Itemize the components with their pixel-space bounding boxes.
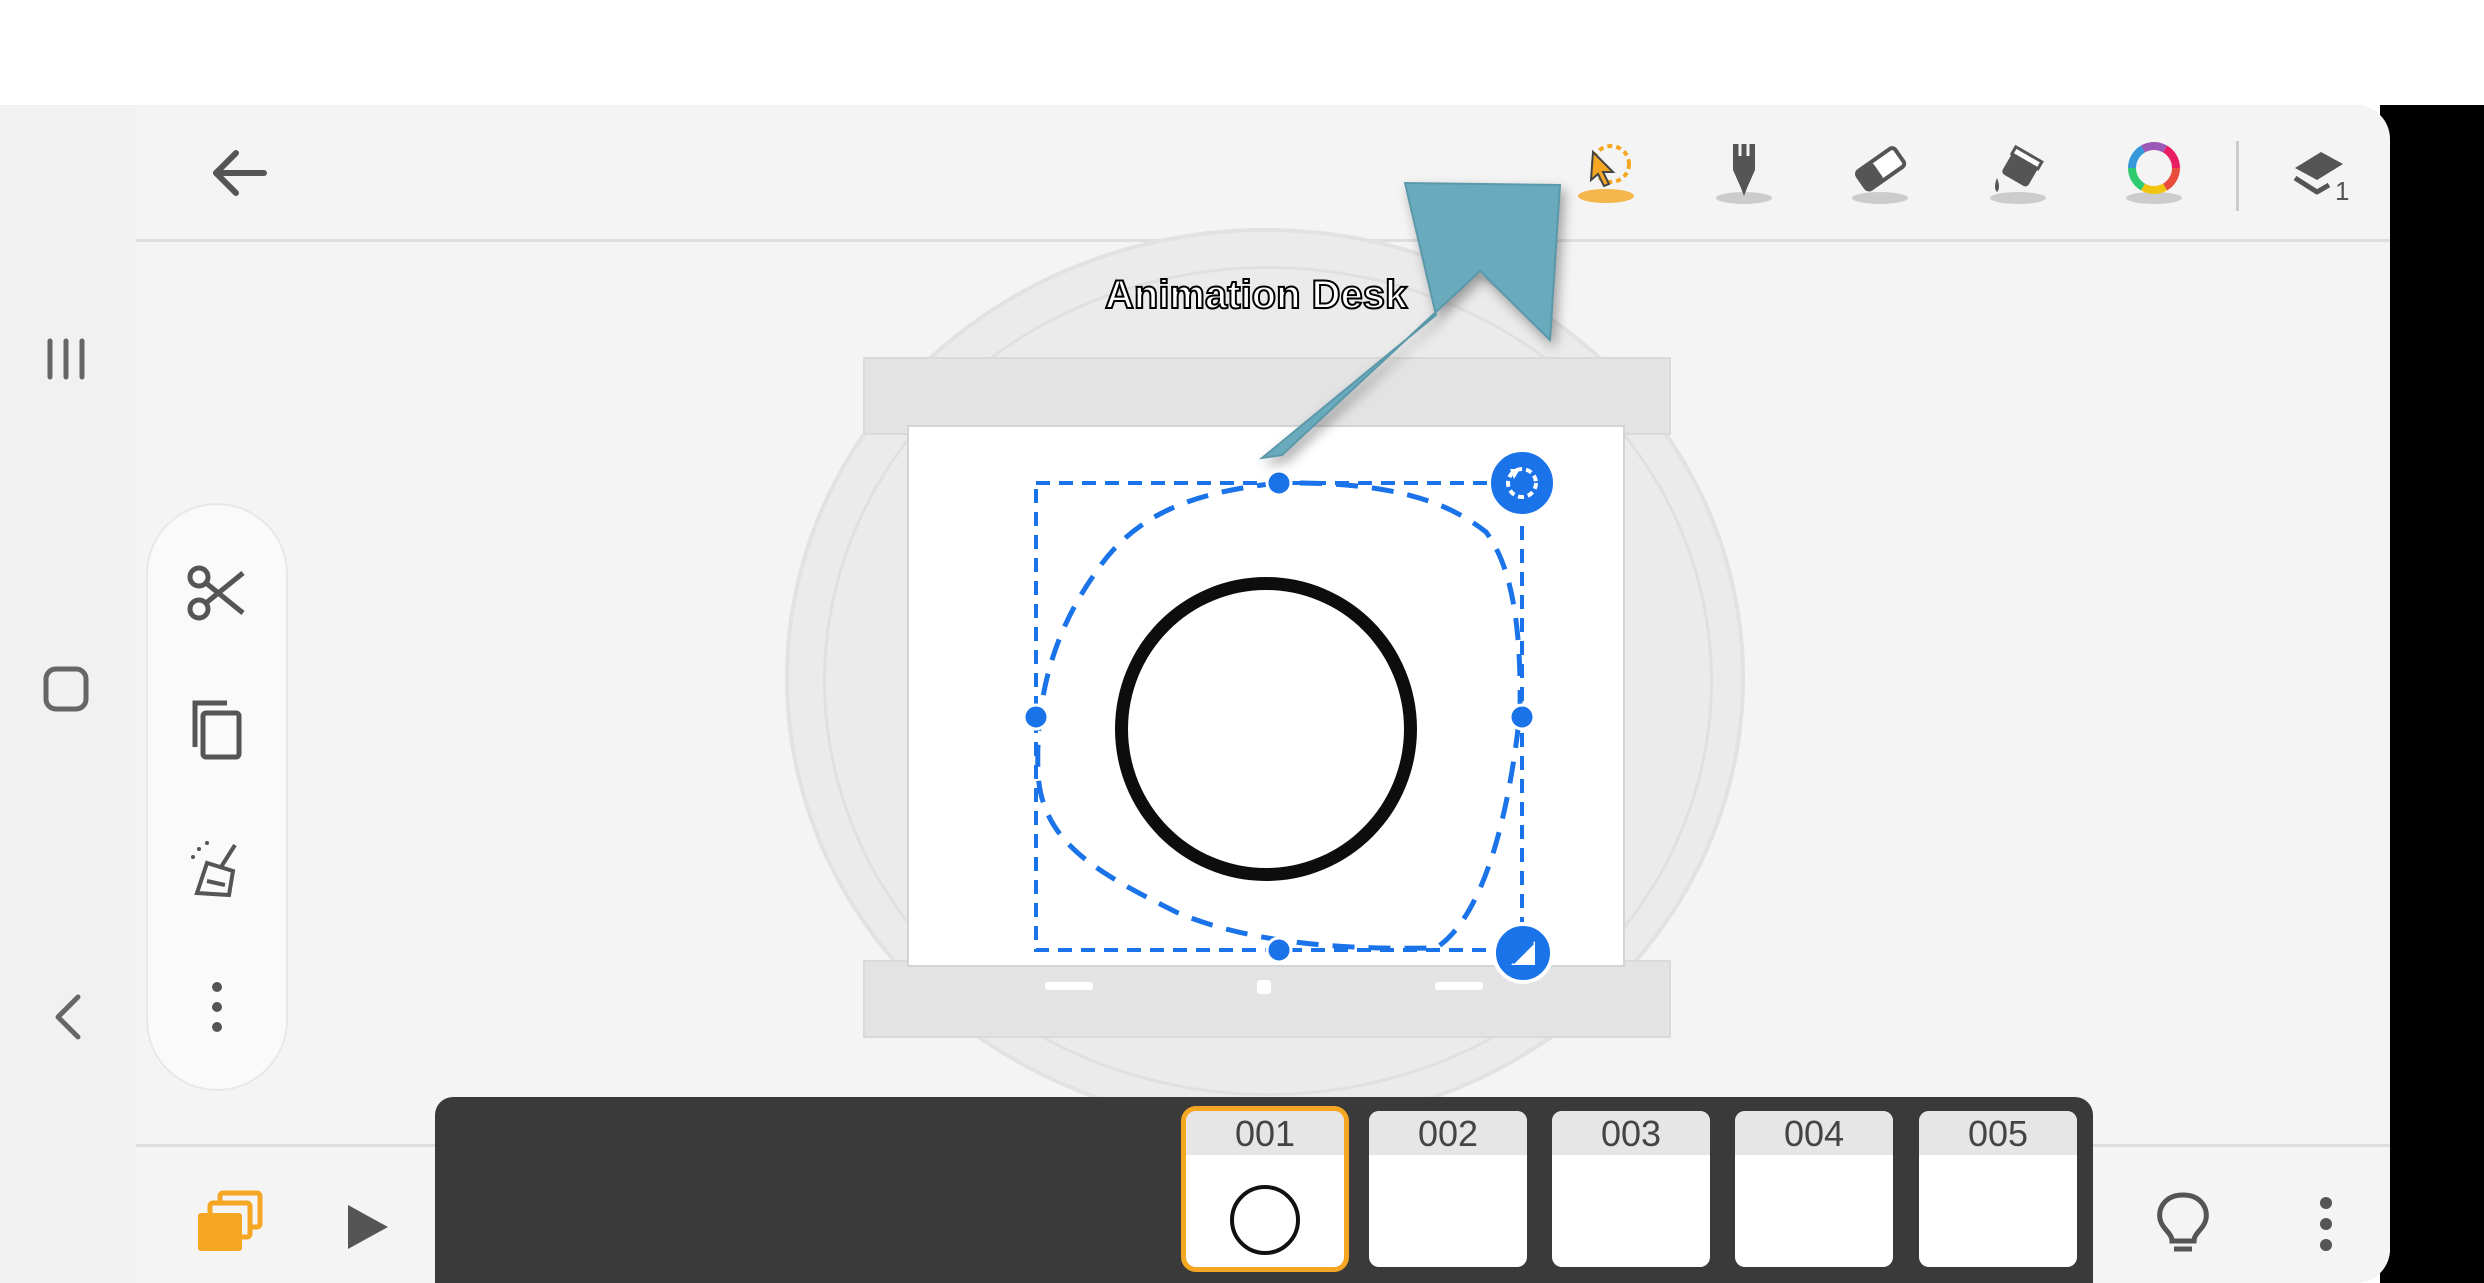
more-options-button[interactable] [177, 967, 257, 1047]
pen-tool[interactable] [1704, 133, 1784, 213]
frame-number: 002 [1369, 1111, 1527, 1155]
cut-button[interactable] [177, 553, 257, 633]
copy-button[interactable] [177, 691, 257, 771]
frame-timeline[interactable]: 001 002 003 004 005 [435, 1097, 2093, 1283]
eraser-tool[interactable] [1840, 133, 1920, 213]
selection-actions-panel [148, 505, 286, 1089]
more-vertical-icon [2320, 1197, 2332, 1251]
fill-bucket-icon [1990, 144, 2046, 204]
canvas-area[interactable] [136, 228, 2390, 1144]
frame-thumbnail[interactable]: 002 [1369, 1111, 1527, 1267]
frame-number: 005 [1919, 1111, 2077, 1155]
frame-number: 004 [1735, 1111, 1893, 1155]
play-button[interactable] [336, 1197, 396, 1257]
home-icon [43, 666, 89, 712]
screen-edge [2380, 105, 2484, 1283]
recent-apps-icon [47, 338, 85, 380]
recent-apps-button[interactable] [44, 337, 88, 381]
app-window: 1 Animation Desk 001 002 003 004 005 [0, 105, 2390, 1283]
fill-bucket-tool[interactable] [1978, 133, 2058, 213]
frame-thumb-circle [1230, 1185, 1300, 1255]
scale-handle[interactable] [1492, 922, 1554, 984]
frames-stack-icon [198, 1190, 263, 1251]
system-back-button[interactable] [48, 993, 88, 1041]
eraser-icon [1852, 146, 1908, 204]
frame-thumbnail[interactable]: 004 [1735, 1111, 1893, 1267]
pen-icon [1716, 144, 1772, 204]
back-button[interactable] [200, 133, 280, 213]
lasso-select-icon [1578, 144, 1634, 203]
rotate-icon [1506, 467, 1538, 499]
frames-button[interactable] [190, 1183, 270, 1263]
frame-thumbnail[interactable]: 001 [1186, 1111, 1344, 1267]
play-icon [348, 1205, 388, 1249]
more-vertical-icon [212, 982, 222, 1032]
frame-thumbnail[interactable]: 003 [1552, 1111, 1710, 1267]
system-nav-bar [0, 105, 136, 1283]
selection-overlay [1022, 469, 1536, 964]
scissors-icon [187, 565, 245, 621]
layer-count: 1 [2335, 176, 2349, 206]
toolbar-divider [2236, 141, 2239, 211]
app-watermark: Animation Desk [1104, 272, 1408, 318]
home-button[interactable] [42, 665, 90, 713]
broom-icon [191, 841, 237, 898]
frame-number: 001 [1186, 1111, 1344, 1155]
copy-icon [192, 700, 242, 760]
frame-thumbnail[interactable]: 005 [1919, 1111, 2077, 1267]
chevron-left-icon [55, 994, 81, 1040]
color-wheel-icon [2126, 142, 2182, 204]
frame-number: 003 [1552, 1111, 1710, 1155]
layers-button[interactable]: 1 [2280, 133, 2360, 213]
tips-button[interactable] [2148, 1189, 2218, 1259]
lasso-select-tool[interactable] [1566, 133, 1646, 213]
resize-icon [1511, 941, 1535, 965]
clear-button[interactable] [177, 829, 257, 909]
lightbulb-icon [2157, 1192, 2209, 1252]
rotate-handle[interactable] [1487, 448, 1557, 518]
color-picker-tool[interactable] [2114, 133, 2194, 213]
app-toolbar: 1 [136, 105, 2390, 242]
overflow-menu-button[interactable] [2306, 1189, 2346, 1259]
arrow-left-icon [213, 150, 267, 196]
layers-icon: 1 [2293, 152, 2349, 206]
